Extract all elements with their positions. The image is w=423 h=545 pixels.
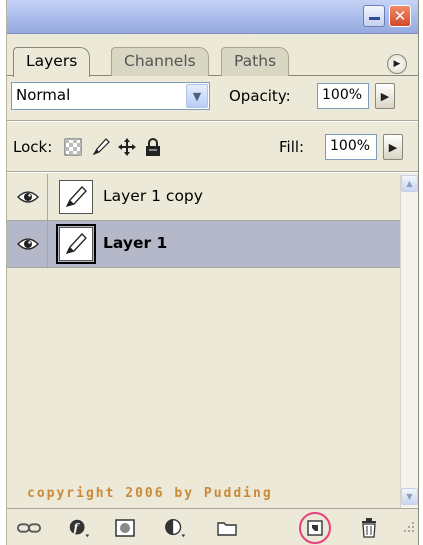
- copyright-watermark: copyright 2006 by Pudding: [27, 486, 273, 501]
- lock-row: Lock: Fill: 100% ▶: [7, 128, 418, 164]
- palette-menu-arrow-icon[interactable]: ▶: [387, 54, 407, 74]
- layer-name: Layer 1 copy: [103, 187, 203, 205]
- layer-thumbnail: [59, 180, 93, 214]
- layer-name: Layer 1: [103, 234, 168, 252]
- minimize-icon[interactable]: [363, 5, 385, 27]
- blend-mode-select[interactable]: Normal ▼: [11, 82, 210, 110]
- opacity-field[interactable]: 100%: [317, 83, 369, 109]
- adjustment-layer-icon[interactable]: [163, 517, 187, 539]
- lock-image-pixels-icon[interactable]: [91, 137, 111, 157]
- palette-title-bar[interactable]: ✕: [7, 0, 418, 34]
- lock-label: Lock:: [13, 138, 53, 156]
- blend-row: Normal ▼ Opacity: 100% ▶: [7, 78, 418, 114]
- layer-mask-icon[interactable]: [113, 517, 137, 539]
- tab-strip: Layers Channels Paths ▶: [7, 34, 418, 77]
- tab-channels[interactable]: Channels: [111, 47, 209, 76]
- lock-transparent-pixels-icon[interactable]: [63, 137, 83, 157]
- resize-grip-icon[interactable]: [402, 520, 416, 534]
- lock-all-icon[interactable]: [143, 137, 163, 157]
- layer-style-icon[interactable]: f: [67, 517, 91, 539]
- scroll-down-icon[interactable]: ▼: [401, 488, 418, 505]
- scroll-up-icon[interactable]: ▲: [401, 175, 418, 192]
- tab-layers[interactable]: Layers: [13, 47, 91, 77]
- opacity-slider-arrow-icon[interactable]: ▶: [375, 83, 395, 109]
- blend-mode-value: Normal: [16, 86, 71, 104]
- lock-position-icon[interactable]: [117, 137, 137, 157]
- link-layers-icon[interactable]: [17, 517, 41, 539]
- tab-paths[interactable]: Paths: [221, 47, 290, 76]
- eye-icon[interactable]: [16, 186, 40, 208]
- layer-row[interactable]: Layer 1 copy: [7, 174, 400, 221]
- eye-icon[interactable]: [16, 233, 40, 255]
- layer-thumbnail: [56, 224, 96, 264]
- new-layer-icon[interactable]: [303, 517, 327, 539]
- fill-field[interactable]: 100%: [325, 134, 377, 160]
- fill-slider-arrow-icon[interactable]: ▶: [383, 134, 403, 160]
- fill-label: Fill:: [279, 138, 305, 156]
- layers-palette: ✕ Layers Channels Paths ▶ Normal ▼ Opaci…: [6, 0, 419, 545]
- layers-list: Layer 1 copy Layer 1 copyright 2006 by P…: [7, 174, 400, 508]
- layer-row-selected[interactable]: Layer 1: [7, 221, 400, 268]
- new-group-icon[interactable]: [215, 517, 239, 539]
- chevron-down-icon[interactable]: ▼: [186, 84, 208, 108]
- close-icon[interactable]: ✕: [389, 5, 411, 27]
- opacity-label: Opacity:: [229, 87, 291, 105]
- layers-scrollbar[interactable]: ▲ ▼: [400, 174, 418, 508]
- bottom-toolbar: f: [7, 508, 418, 545]
- trash-icon[interactable]: [357, 517, 381, 539]
